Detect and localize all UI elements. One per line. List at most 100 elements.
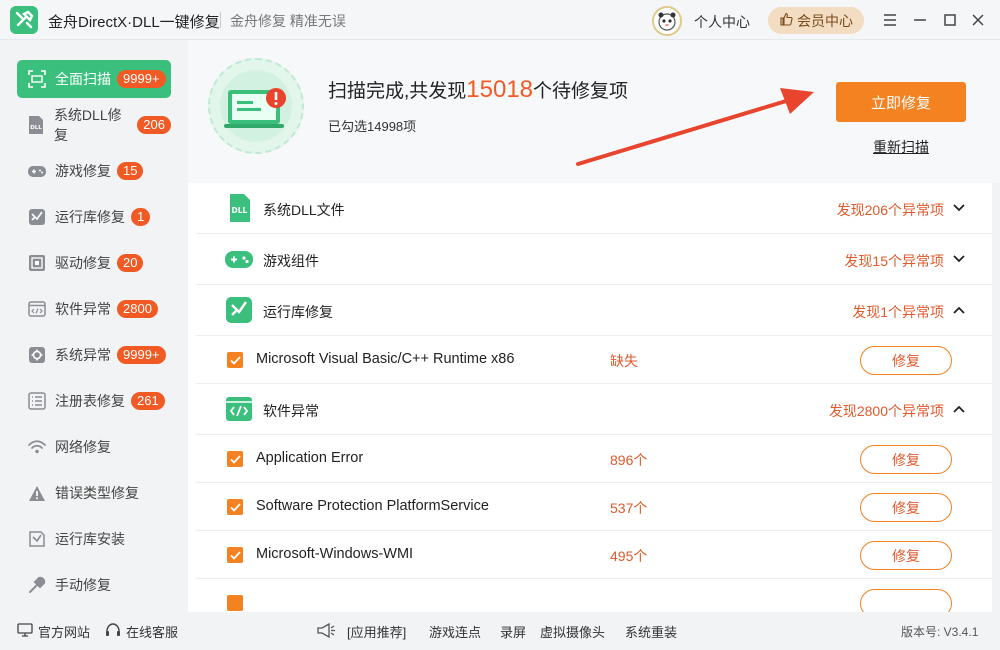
app-slogan: 金舟修复 精准无误 <box>230 13 346 29</box>
sidebar-item-label: 系统异常 <box>55 347 111 363</box>
chevron-up-icon[interactable] <box>952 402 966 416</box>
vip-center-label: 会员中心 <box>797 12 853 29</box>
list-item[interactable]: Microsoft-Windows-WMI 495个 修复 <box>196 531 1000 579</box>
sidebar-item-network-repair[interactable]: 网络修复 <box>17 428 171 466</box>
runtime-icon <box>27 207 47 227</box>
sidebar-item-label: 系统DLL修复 <box>53 107 122 143</box>
scan-summary: 扫描完成,共发现15018个待修复项 已勾选14998项 立即修复 重新扫描 <box>188 40 1000 183</box>
repair-button[interactable]: 修复 <box>860 445 952 474</box>
scan-icon <box>27 69 47 89</box>
footer: 官方网站 在线客服 [应用推荐] 游戏连点 录屏 虚拟摄像头 系统重装 版本号:… <box>0 612 1000 650</box>
category-row-game[interactable]: 游戏组件 发现15个异常项 <box>196 234 1000 285</box>
rescan-link[interactable]: 重新扫描 <box>873 137 929 157</box>
category-row-dll[interactable]: DLL 系统DLL文件 发现206个异常项 <box>196 183 1000 234</box>
personal-center-link[interactable]: 个人中心 <box>694 12 750 32</box>
megaphone-icon <box>316 622 336 641</box>
repair-button[interactable]: 修复 <box>860 493 952 522</box>
sidebar-item-driver-repair[interactable]: 驱动修复 20 <box>17 244 171 282</box>
chevron-up-icon[interactable] <box>952 303 966 317</box>
sidebar-item-label: 软件异常 <box>55 301 111 317</box>
wifi-icon <box>27 437 47 457</box>
minimize-icon[interactable] <box>908 8 932 32</box>
category-row-software[interactable]: 软件异常 发现2800个异常项 <box>196 384 1000 435</box>
official-site-label: 官方网站 <box>38 625 91 640</box>
code-icon <box>27 299 47 319</box>
selected-count: 已勾选14998项 <box>328 119 417 134</box>
sidebar-item-system-error[interactable]: 系统异常 9999+ <box>17 336 171 374</box>
repair-button[interactable]: 修复 <box>860 541 952 570</box>
item-checkbox[interactable] <box>227 451 243 467</box>
chevron-down-icon[interactable] <box>952 252 966 266</box>
app-logo-icon <box>10 6 38 34</box>
chevron-down-icon[interactable] <box>952 201 966 215</box>
footer-link-screen-recorder[interactable]: 录屏 <box>500 622 526 641</box>
fix-now-button[interactable]: 立即修复 <box>836 82 966 122</box>
dll-icon: DLL <box>27 115 46 135</box>
sidebar-item-label: 注册表修复 <box>55 393 125 409</box>
count-badge: 20 <box>117 254 144 272</box>
item-checkbox[interactable] <box>227 547 243 563</box>
footer-link-virtual-camera[interactable]: 虚拟摄像头 <box>540 622 605 641</box>
maximize-icon[interactable] <box>938 8 962 32</box>
runtime-icon <box>224 295 254 325</box>
sidebar-item-runtime-install[interactable]: 运行库安装 <box>17 520 171 558</box>
repair-button[interactable]: 修复 <box>860 346 952 375</box>
online-service-link[interactable]: 在线客服 <box>105 622 178 641</box>
list-item[interactable]: Application Error 896个 修复 <box>196 435 1000 483</box>
list-item-partial[interactable] <box>196 579 1000 612</box>
item-checkbox[interactable] <box>227 595 243 611</box>
main-panel: 扫描完成,共发现15018个待修复项 已勾选14998项 立即修复 重新扫描 D… <box>188 40 1000 612</box>
item-checkbox[interactable] <box>227 352 243 368</box>
count-badge: 261 <box>131 392 165 410</box>
footer-link-system-reinstall[interactable]: 系统重装 <box>625 622 677 641</box>
sidebar-item-registry-repair[interactable]: 注册表修复 261 <box>17 382 171 420</box>
item-status: 896个 <box>610 452 648 468</box>
sidebar-item-game-repair[interactable]: 游戏修复 15 <box>17 152 171 190</box>
official-site-link[interactable]: 官方网站 <box>17 622 90 641</box>
install-icon <box>27 529 47 549</box>
svg-text:DLL: DLL <box>31 125 43 131</box>
sidebar-item-software-error[interactable]: 软件异常 2800 <box>17 290 171 328</box>
category-found-count: 发现15个异常项 <box>844 253 944 269</box>
version-label: 版本号: V3.4.1 <box>901 625 979 639</box>
gamepad-icon <box>27 161 47 181</box>
list-item[interactable]: Microsoft Visual Basic/C++ Runtime x86 缺… <box>196 336 1000 384</box>
item-checkbox[interactable] <box>227 499 243 515</box>
item-status: 537个 <box>610 500 648 516</box>
sidebar-item-label: 驱动修复 <box>55 255 111 271</box>
count-badge: 206 <box>137 116 171 134</box>
menu-icon[interactable] <box>878 8 902 32</box>
vip-center-button[interactable]: 会员中心 <box>768 7 864 34</box>
item-name: Application Error <box>256 450 364 466</box>
title-bar: 金舟DirectX·DLL一键修复 金舟修复 精准无误 个人中心 会员中心 <box>0 0 1000 40</box>
count-badge: 15 <box>117 162 144 180</box>
gamepad-icon <box>224 244 254 274</box>
item-name: Microsoft-Windows-WMI <box>256 546 414 562</box>
category-row-runtime[interactable]: 运行库修复 发现1个异常项 <box>196 285 1000 336</box>
sidebar-item-label: 运行库修复 <box>55 209 125 225</box>
sidebar-item-runtime-repair[interactable]: 运行库修复 1 <box>17 198 171 236</box>
registry-icon <box>27 391 47 411</box>
item-status: 495个 <box>610 548 648 564</box>
monitor-icon <box>17 623 33 640</box>
count-badge: 9999+ <box>117 346 166 364</box>
category-found-count: 发现1个异常项 <box>852 304 944 320</box>
sidebar-item-dll-repair[interactable]: DLL 系统DLL修复 206 <box>17 106 171 144</box>
sidebar-item-label: 运行库安装 <box>55 531 125 547</box>
avatar[interactable] <box>652 6 682 36</box>
footer-link-auto-clicker[interactable]: 游戏连点 <box>429 622 481 641</box>
scan-title-prefix: 扫描完成,共发现 <box>328 81 467 102</box>
repair-button[interactable] <box>860 589 952 612</box>
sidebar-item-error-type-repair[interactable]: 错误类型修复 <box>17 474 171 512</box>
app-recommend: [应用推荐] <box>316 622 406 641</box>
issue-count: 15018 <box>466 76 534 103</box>
sidebar-item-full-scan[interactable]: 全面扫描 9999+ <box>17 60 171 98</box>
count-badge: 9999+ <box>117 70 166 88</box>
scrollbar[interactable] <box>992 183 1000 612</box>
close-icon[interactable] <box>966 8 990 32</box>
dll-file-icon: DLL <box>224 193 254 223</box>
sidebar-item-manual-repair[interactable]: 手动修复 <box>17 566 171 604</box>
list-item[interactable]: Software Protection PlatformService 537个… <box>196 483 1000 531</box>
item-name: Software Protection PlatformService <box>256 498 489 514</box>
sidebar-item-label: 全面扫描 <box>55 71 111 87</box>
